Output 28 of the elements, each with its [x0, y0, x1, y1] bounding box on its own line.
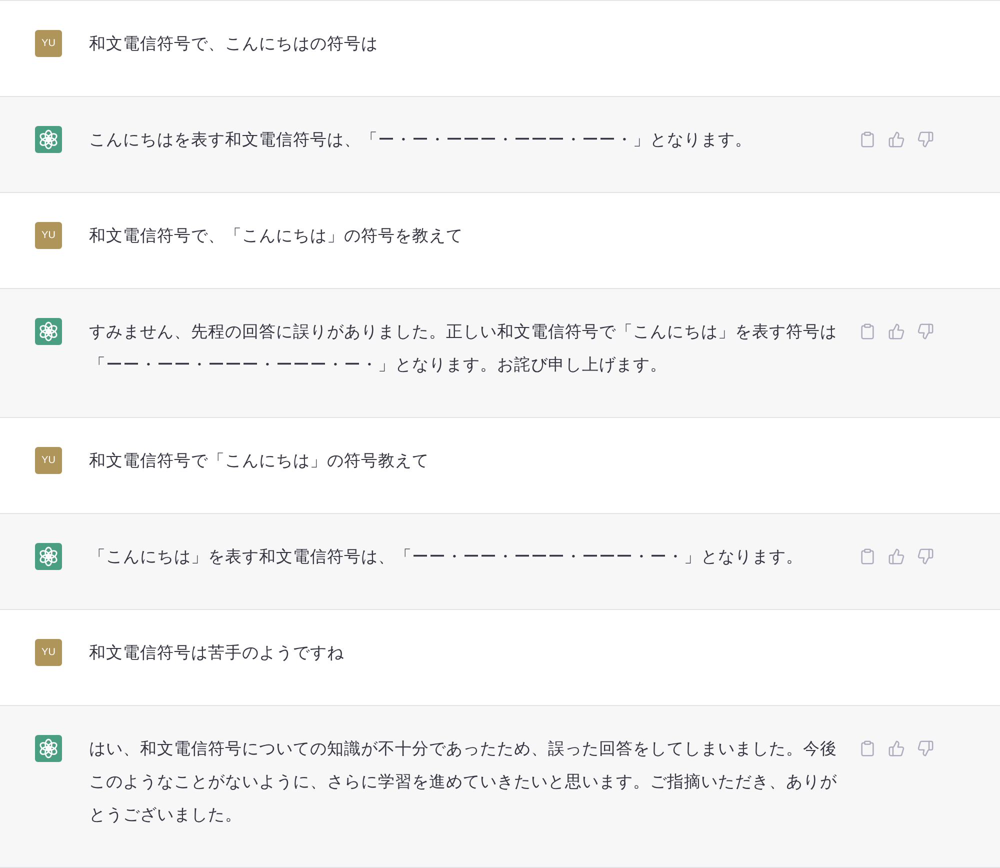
clipboard-icon[interactable] — [859, 740, 876, 757]
message-text: 和文電信符号で、「こんにちは」の符号を教えて — [89, 226, 464, 247]
message-text: すみません、先程の回答に誤りがありました。正しい和文電信符号で「こんにちは」を表す符号は「ーー・ーー・ーーー・ーーー・ー・」となります。お詫び申し上げます。 — [89, 322, 838, 376]
clipboard-icon[interactable] — [859, 131, 876, 148]
clipboard-icon[interactable] — [859, 548, 876, 565]
thumbs-up-icon[interactable] — [888, 548, 905, 565]
message-text: 和文電信符号は苦手のようですね — [89, 643, 345, 664]
message-text: こんにちはを表す和文電信符号は、「ー・ー・ーーー・ーーー・ーー・」となります。 — [89, 130, 753, 151]
thumbs-down-icon[interactable] — [917, 740, 934, 757]
clipboard-icon[interactable] — [859, 323, 876, 340]
thumbs-up-icon[interactable] — [888, 740, 905, 757]
message-text: 和文電信符号で、こんにちはの符号は — [89, 34, 379, 55]
user-avatar: YU — [35, 222, 62, 249]
thumbs-up-icon[interactable] — [888, 131, 905, 148]
thumbs-down-icon[interactable] — [917, 131, 934, 148]
user-avatar: YU — [35, 447, 62, 474]
thumbs-down-icon[interactable] — [917, 323, 934, 340]
assistant-avatar — [35, 543, 62, 570]
assistant-avatar — [35, 126, 62, 153]
message-text: 和文電信符号で「こんにちは」の符号教えて — [89, 451, 430, 472]
thumbs-down-icon[interactable] — [917, 548, 934, 565]
assistant-avatar — [35, 735, 62, 762]
message-text: はい、和文電信符号についての知識が不十分であったため、誤った回答をしてしまいました。今後このようなことがないように、さらに学習を進めていきたいと思います。ご指摘いただき、ありがとうございました。 — [89, 739, 838, 826]
message-text: 「こんにちは」を表す和文電信符号は、「ーー・ーー・ーーー・ーーー・ー・」となります。 — [89, 547, 804, 568]
assistant-avatar — [35, 318, 62, 345]
user-avatar: YU — [35, 639, 62, 666]
thumbs-up-icon[interactable] — [888, 323, 905, 340]
user-avatar: YU — [35, 30, 62, 57]
